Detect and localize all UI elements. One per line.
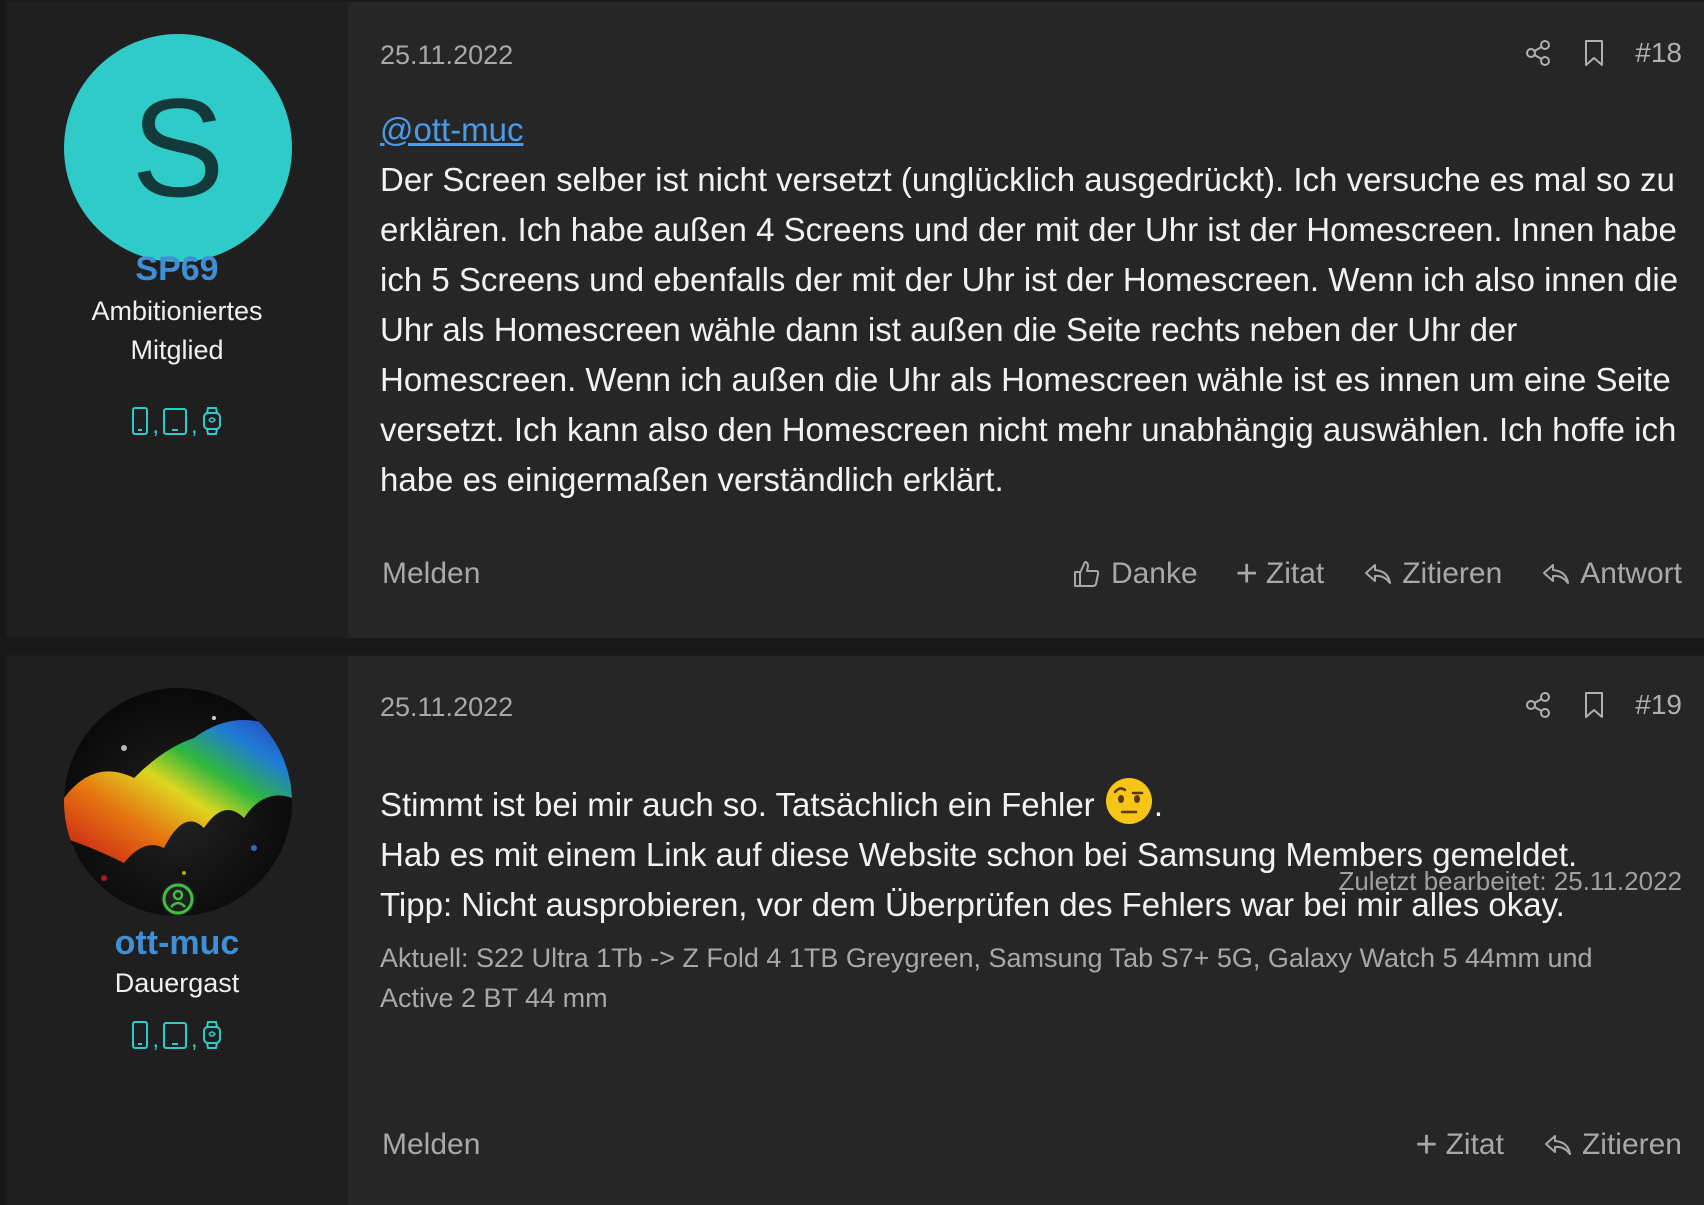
last-edited-note: Zuletzt bearbeitet: 25.11.2022 [1338,866,1682,896]
phone-icon [132,1021,149,1049]
reply-icon [1543,564,1570,584]
share-icon[interactable] [1523,690,1553,720]
post-date[interactable]: 25.11.2022 [380,40,513,71]
message-cell: 25.11.2022 #18 @ott-muc Der Screen selbe… [380,2,1682,638]
reply-icon [1365,564,1392,584]
quote-plus-button[interactable]: + Zitat [1235,553,1325,595]
watch-icon [202,407,221,435]
bookmark-icon[interactable] [1579,690,1609,720]
bookmark-icon[interactable] [1579,38,1609,68]
quote-plus-label: Zitat [1265,557,1325,590]
tablet-icon [163,408,187,435]
share-icon[interactable] [1523,38,1553,68]
quote-button[interactable]: Zitieren [1362,557,1502,591]
post-footer: Melden + Zitat Zitieren [380,1124,1682,1168]
user-title: Dauergast [114,968,240,998]
message-line-1: Stimmt ist bei mir auch so. Tatsächlich … [380,786,1095,823]
device-icons: , , [6,1016,348,1052]
reply-label: Antwort [1580,557,1682,590]
post-date[interactable]: 25.11.2022 [380,692,513,723]
mention-link[interactable]: @ott-muc [380,111,524,148]
post-number-link[interactable]: #18 [1635,37,1682,69]
raised-eyebrow-emoji [1105,778,1152,824]
quote-button[interactable]: Zitieren [1542,1128,1682,1162]
post-tools: #18 [1523,36,1682,70]
post-19: ott-muc Dauergast , , 25.11.2022 #19 Sti… [6,654,1704,1205]
post-18: S SP69 Ambitioniertes Mitglied , , 25.11… [6,0,1704,638]
user-cell: S SP69 Ambitioniertes Mitglied , , [6,2,348,638]
post-actions: + Zitat Zitieren [1415,1124,1682,1166]
username-link[interactable]: SP69 [6,250,348,289]
signature: Aktuell: S22 Ultra 1Tb -> Z Fold 4 1TB G… [380,943,1593,1013]
username-link[interactable]: ott-muc [6,924,348,963]
quote-label: Zitieren [1402,557,1503,590]
post-number-link[interactable]: #19 [1635,689,1682,721]
phone-icon [132,407,149,435]
report-link[interactable]: Melden [382,557,480,591]
quote-plus-label: Zitat [1445,1128,1504,1161]
post-actions: Danke + Zitat Zitieren Antwort [1071,553,1682,595]
online-status-icon [161,882,195,916]
watch-icon [202,1021,221,1049]
tablet-icon [163,1022,187,1049]
message-text: Der Screen selber ist nicht versetzt (un… [380,161,1679,498]
message-cell: 25.11.2022 #19 Stimmt ist bei mir auch s… [380,656,1682,1205]
message-line-1-end: . [1153,786,1163,823]
user-title: Ambitioniertes Mitglied [91,296,263,365]
reply-icon [1544,1135,1571,1155]
thanks-button[interactable]: Danke [1071,557,1198,591]
device-icons: , , [6,402,348,438]
quote-label: Zitieren [1581,1128,1682,1161]
report-link[interactable]: Melden [382,1128,480,1162]
user-cell: ott-muc Dauergast , , [6,656,348,1205]
post-footer: Melden Danke + Zitat Zitieren Antwort [380,553,1682,597]
thumbs-up-icon [1073,561,1100,587]
quote-plus-button[interactable]: + Zitat [1415,1124,1504,1166]
post-tools: #19 [1523,688,1682,722]
message-body: Stimmt ist bei mir auch so. Tatsächlich … [380,776,1682,930]
message-body: @ott-muc Der Screen selber ist nicht ver… [380,105,1682,505]
thanks-label: Danke [1110,557,1198,590]
reply-button[interactable]: Antwort [1540,557,1682,591]
plus-icon: + [1415,1124,1438,1166]
plus-icon: + [1235,553,1258,595]
avatar[interactable]: S [64,34,292,262]
